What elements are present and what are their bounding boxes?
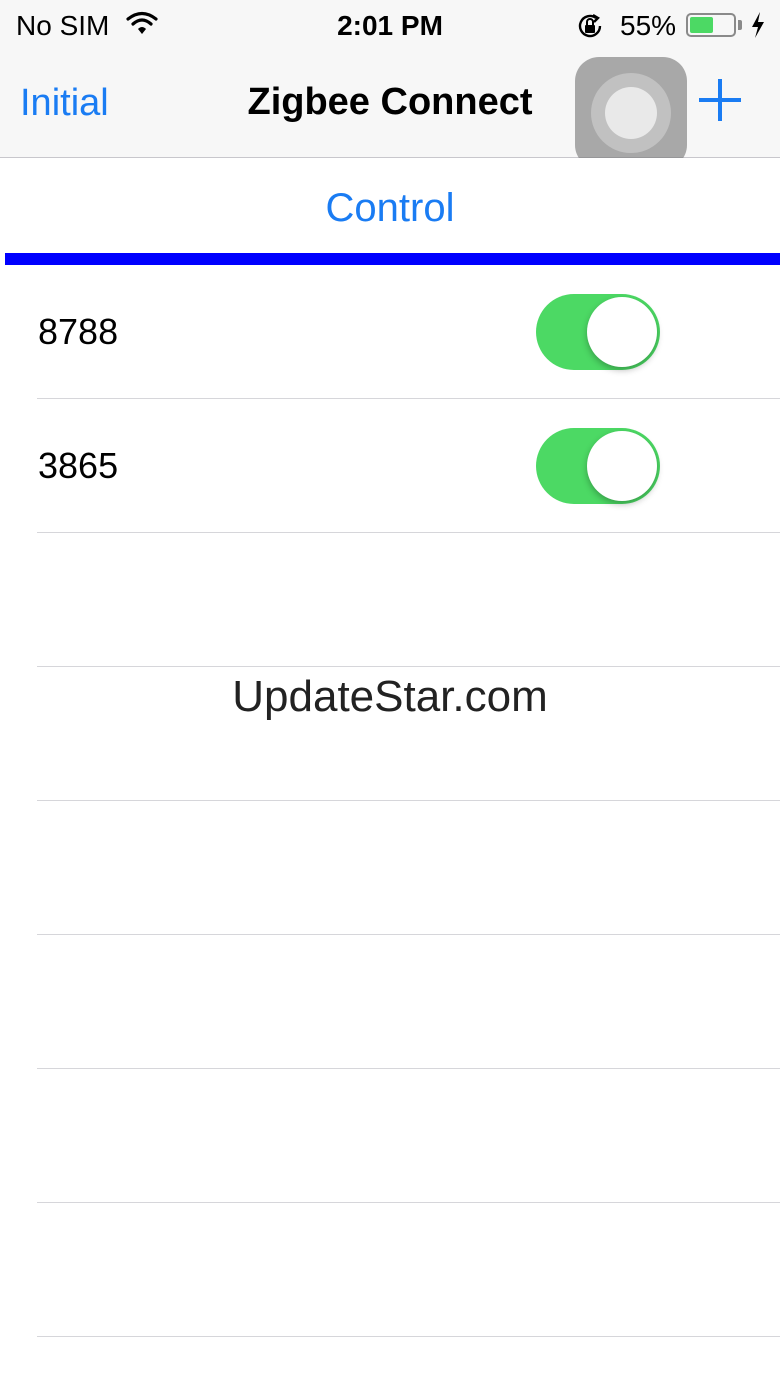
- watermark: UpdateStar.com: [232, 672, 548, 721]
- plus-icon[interactable]: [696, 76, 744, 124]
- empty-row: [0, 935, 780, 1069]
- device-name: 8788: [38, 311, 119, 352]
- list-item: 8788: [0, 265, 780, 399]
- tab-control[interactable]: Control: [0, 186, 780, 231]
- empty-row: [0, 1069, 780, 1203]
- empty-row: [0, 1203, 780, 1337]
- segment-tabs: Control: [0, 158, 780, 254]
- device-list: 8788 3865: [0, 265, 780, 1337]
- rotation-lock-icon: [578, 13, 602, 38]
- navigation-bar: Initial Zigbee Connect: [0, 52, 780, 169]
- assistive-touch-icon[interactable]: [575, 57, 687, 169]
- battery-level-fill: [690, 17, 714, 33]
- list-item: 3865: [0, 399, 780, 533]
- empty-row: [0, 801, 780, 935]
- device-name: 3865: [38, 445, 119, 486]
- status-bar: No SIM 2:01 PM 55%: [0, 0, 780, 52]
- device-toggle[interactable]: [536, 428, 660, 504]
- row-divider: [37, 1336, 780, 1337]
- charging-bolt-icon: [752, 12, 764, 38]
- device-toggle[interactable]: [536, 294, 660, 370]
- toggle-knob: [587, 297, 657, 367]
- battery-icon: [686, 13, 736, 37]
- assistive-touch-center: [605, 87, 657, 139]
- tab-selected-indicator: [5, 253, 780, 265]
- empty-row: [0, 533, 780, 667]
- toggle-knob: [587, 431, 657, 501]
- battery-tip: [738, 20, 742, 30]
- battery-percent: 55%: [620, 10, 677, 41]
